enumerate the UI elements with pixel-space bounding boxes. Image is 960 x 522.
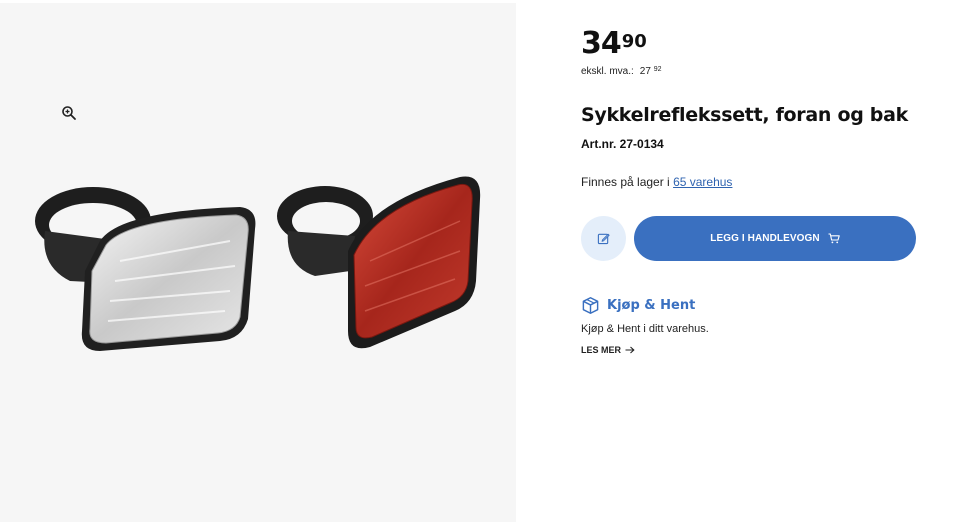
stock-stores-link[interactable]: 65 varehus <box>673 175 732 189</box>
pickup-description: Kjøp & Hent i ditt varehus. <box>581 323 709 335</box>
product-title: Sykkelreflekssett, foran og bak <box>581 104 908 126</box>
ex-vat-whole: 27 <box>639 66 651 77</box>
front-reflector <box>35 187 256 351</box>
add-to-list-button[interactable] <box>581 216 626 261</box>
rear-reflector <box>277 176 481 349</box>
cart-icon <box>828 233 840 244</box>
pickup-heading: Kjøp & Hent <box>581 296 695 315</box>
product-gallery <box>0 3 516 522</box>
read-more-label: LES MER <box>581 345 622 355</box>
ex-vat-cents: 92 <box>653 66 662 73</box>
price-whole: 34 <box>581 26 622 61</box>
edit-icon <box>597 233 610 245</box>
box-icon <box>582 296 599 315</box>
price: 3490 <box>581 26 647 62</box>
add-to-cart-label: LEGG I HANDLEVOGN <box>710 233 820 244</box>
stock-status: Finnes på lager i 65 varehus <box>581 175 732 189</box>
ex-vat-price: ekskl. mva.: 27 92 <box>581 66 662 77</box>
price-cents: 90 <box>621 31 647 52</box>
pickup-title: Kjøp & Hent <box>607 298 696 313</box>
read-more-link[interactable]: LES MER <box>581 345 635 355</box>
add-to-cart-button[interactable]: LEGG I HANDLEVOGN <box>634 216 916 261</box>
arrow-right-icon <box>625 346 635 354</box>
stock-prefix: Finnes på lager i <box>581 175 670 189</box>
article-number: Art.nr. 27-0134 <box>581 137 664 151</box>
product-image[interactable] <box>30 171 486 361</box>
zoom-in-icon[interactable] <box>61 105 77 121</box>
ex-vat-label: ekskl. mva.: <box>581 66 634 77</box>
